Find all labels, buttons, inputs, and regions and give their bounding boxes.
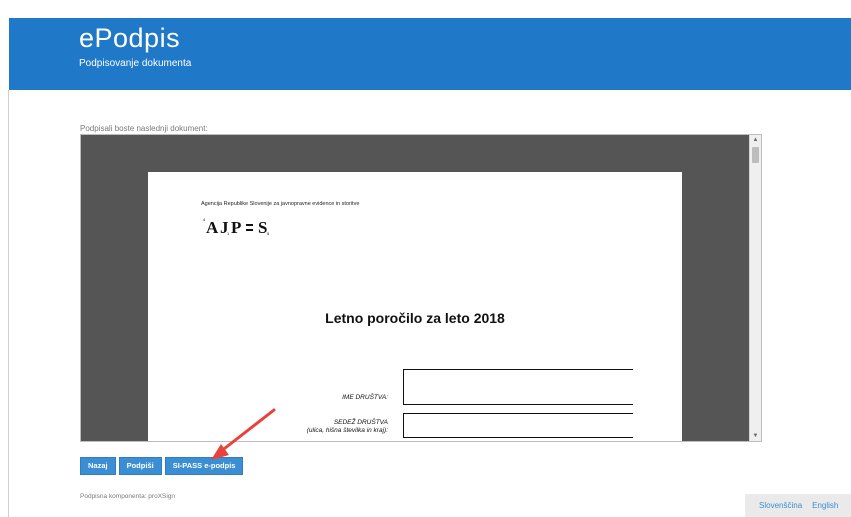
svg-text:1: 1 xyxy=(227,231,230,236)
svg-text:5: 5 xyxy=(267,231,270,236)
svg-text:A: A xyxy=(206,218,219,237)
page-left-border xyxy=(8,90,9,517)
language-link-english[interactable]: English xyxy=(812,501,838,510)
field-box-name xyxy=(403,369,633,405)
app-header: ePodpis Podpisovanje dokumenta xyxy=(9,18,851,90)
document-title: Letno poročilo za leto 2018 xyxy=(325,310,505,326)
app-title: ePodpis xyxy=(79,23,181,53)
field-label-address-line2: (ulica, hišna številka in kraj): xyxy=(306,427,388,434)
signing-component-note: Podpisna komponenta: proXSign xyxy=(80,493,176,500)
field-box-address xyxy=(403,413,633,438)
agency-logo: 4 A J 1 P S 5 xyxy=(203,217,270,237)
action-buttons: Nazaj Podpiši SI-PASS e-podpis xyxy=(80,457,244,475)
field-label-name: IME DRUŠTVA: xyxy=(342,394,388,401)
language-link-slovenian[interactable]: Slovenščina xyxy=(759,501,802,510)
agency-name: Agencija Republike Slovenije za javnopra… xyxy=(201,201,360,207)
scroll-up-icon[interactable]: ▲ xyxy=(750,135,761,145)
viewer-scrollbar[interactable]: ▲ ▼ xyxy=(749,135,761,441)
document-label: Podpisali boste naslednji dokument: xyxy=(80,124,208,133)
scroll-down-icon[interactable]: ▼ xyxy=(750,431,761,441)
field-label-address-line1: SEDEŽ DRUŠTVA xyxy=(333,419,388,426)
scroll-thumb[interactable] xyxy=(752,147,759,163)
back-button[interactable]: Nazaj xyxy=(80,457,116,475)
svg-text:P: P xyxy=(231,218,241,237)
document-viewer[interactable]: Agencija Republike Slovenije za javnopra… xyxy=(80,134,762,442)
document-page: Agencija Republike Slovenije za javnopra… xyxy=(148,172,682,441)
page-subtitle: Podpisovanje dokumenta xyxy=(79,58,192,69)
sipass-sign-button[interactable]: SI-PASS e-podpis xyxy=(164,457,244,475)
field-label-address: SEDEŽ DRUŠTVA (ulica, hišna številka in … xyxy=(148,419,388,435)
top-strip xyxy=(0,0,851,18)
language-bar: Slovenščina English xyxy=(745,494,851,517)
sign-button[interactable]: Podpiši xyxy=(118,457,162,475)
